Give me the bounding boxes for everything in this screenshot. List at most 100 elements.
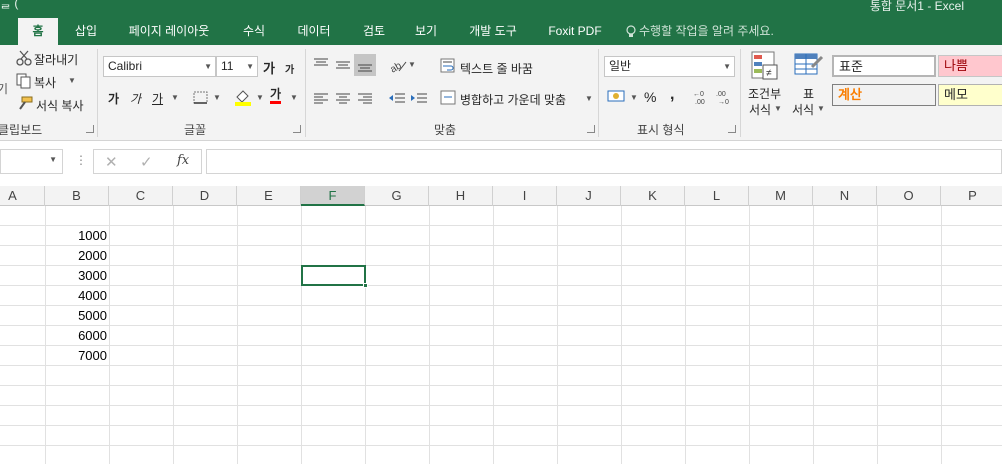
- column-header-e[interactable]: E: [237, 186, 301, 206]
- increase-indent-icon[interactable]: [410, 92, 428, 104]
- insert-function-button[interactable]: fx: [177, 153, 189, 168]
- percent-style-button[interactable]: %: [644, 89, 656, 105]
- merge-dropdown-arrow[interactable]: ▼: [585, 94, 593, 103]
- font-launcher[interactable]: [293, 125, 301, 133]
- lightbulb-icon: [626, 25, 636, 38]
- format-as-table-label-1[interactable]: 표: [803, 85, 814, 102]
- format-as-table-dropdown-arrow[interactable]: ▼: [817, 104, 825, 113]
- shrink-font-button[interactable]: 가: [285, 61, 294, 76]
- cell-b[interactable]: 5000: [45, 306, 109, 326]
- tab-page-layout[interactable]: 페이지 레이아웃: [116, 18, 222, 45]
- decrease-decimal-icon[interactable]: .00→0: [716, 89, 734, 105]
- name-box[interactable]: ▼: [0, 149, 63, 174]
- column-header-o[interactable]: O: [877, 186, 941, 206]
- align-bottom-button[interactable]: [354, 54, 376, 76]
- border-dropdown-arrow[interactable]: ▼: [213, 93, 221, 102]
- column-header-h[interactable]: H: [429, 186, 493, 206]
- format-painter-button[interactable]: 서식 복사: [36, 97, 84, 114]
- cell-b[interactable]: 1000: [45, 226, 109, 246]
- scissors-icon: [16, 50, 32, 66]
- style-bad[interactable]: 나쁨: [938, 55, 1002, 77]
- more-options-icon[interactable]: ⋮: [75, 153, 87, 167]
- bold-button[interactable]: 가: [108, 90, 119, 107]
- column-header-p[interactable]: P: [941, 186, 1002, 206]
- copy-button[interactable]: 복사: [34, 74, 56, 91]
- conditional-formatting-label-1[interactable]: 조건부: [748, 85, 781, 102]
- tell-me-box[interactable]: 수행할 작업을 알려 주세요.: [626, 18, 800, 45]
- number-format-combo[interactable]: 일반 ▼: [604, 56, 735, 77]
- fill-handle[interactable]: [363, 283, 368, 288]
- orientation-dropdown-arrow[interactable]: ▼: [408, 60, 416, 69]
- column-header-i[interactable]: I: [493, 186, 557, 206]
- cell-b[interactable]: 4000: [45, 286, 109, 306]
- tab-data[interactable]: 데이터: [288, 18, 340, 45]
- tab-formulas[interactable]: 수식: [232, 18, 276, 45]
- copy-dropdown-arrow[interactable]: ▼: [68, 76, 76, 85]
- cell-b[interactable]: 7000: [45, 346, 109, 366]
- font-size-combo[interactable]: 11 ▼: [216, 56, 258, 77]
- decrease-indent-icon[interactable]: [388, 92, 406, 104]
- formula-input[interactable]: [206, 149, 1002, 174]
- column-header-j[interactable]: J: [557, 186, 621, 206]
- grow-font-button[interactable]: 가: [263, 58, 275, 77]
- format-as-table-label-2[interactable]: 서식: [792, 101, 814, 118]
- accounting-dropdown-arrow[interactable]: ▼: [630, 93, 638, 102]
- fill-color-dropdown-arrow[interactable]: ▼: [256, 93, 264, 102]
- conditional-formatting-label-2[interactable]: 서식: [749, 101, 771, 118]
- font-name-combo[interactable]: Calibri ▼: [103, 56, 216, 77]
- underline-dropdown-arrow[interactable]: ▼: [171, 93, 179, 102]
- font-color-button[interactable]: 가: [270, 87, 282, 104]
- cancel-icon[interactable]: ✕: [105, 153, 118, 171]
- style-note[interactable]: 메모: [938, 84, 1002, 106]
- column-header-a[interactable]: A: [0, 186, 45, 206]
- cell-b[interactable]: 3000: [45, 266, 109, 286]
- tab-home[interactable]: 홈: [18, 18, 58, 45]
- align-middle-icon[interactable]: [335, 59, 351, 71]
- cell-b[interactable]: 6000: [45, 326, 109, 346]
- align-top-icon[interactable]: [313, 57, 329, 69]
- column-header-c[interactable]: C: [109, 186, 173, 206]
- align-right-icon[interactable]: [357, 92, 373, 104]
- font-name-value: Calibri: [108, 59, 143, 73]
- svg-text:←0: ←0: [693, 91, 704, 98]
- column-header-g[interactable]: G: [365, 186, 429, 206]
- column-header-f[interactable]: F: [301, 186, 365, 206]
- merge-center-button[interactable]: 병합하고 가운데 맞춤: [460, 91, 566, 108]
- border-icon[interactable]: [193, 91, 209, 105]
- active-cell-f4[interactable]: [301, 265, 366, 286]
- align-left-icon[interactable]: [313, 92, 329, 104]
- paste-label-partial[interactable]: 기: [0, 80, 8, 97]
- column-header-n[interactable]: N: [813, 186, 877, 206]
- orientation-icon[interactable]: ab: [388, 57, 408, 73]
- number-launcher[interactable]: [728, 125, 736, 133]
- accounting-format-icon[interactable]: [607, 89, 627, 105]
- tab-insert[interactable]: 삽입: [66, 18, 106, 45]
- tab-foxit-pdf[interactable]: Foxit PDF: [538, 18, 612, 45]
- quick-access-toolbar[interactable]: ᆯ (: [0, 0, 18, 11]
- column-header-l[interactable]: L: [685, 186, 749, 206]
- comma-style-button[interactable]: ,: [670, 86, 674, 104]
- underline-button[interactable]: 가: [152, 90, 163, 107]
- align-center-icon[interactable]: [335, 92, 351, 104]
- font-color-dropdown-arrow[interactable]: ▼: [290, 93, 298, 102]
- alignment-launcher[interactable]: [587, 125, 595, 133]
- italic-button[interactable]: 가: [130, 90, 141, 107]
- column-header-b[interactable]: B: [45, 186, 109, 206]
- cut-button[interactable]: 잘라내기: [34, 51, 78, 68]
- tab-developer[interactable]: 개발 도구: [458, 18, 528, 45]
- increase-decimal-icon[interactable]: ←0.00: [693, 89, 711, 105]
- column-header-k[interactable]: K: [621, 186, 685, 206]
- tab-review[interactable]: 검토: [352, 18, 396, 45]
- worksheet-grid[interactable]: 1000 2000 3000 4000 5000 6000 7000: [0, 206, 1002, 464]
- cell-b[interactable]: 2000: [45, 246, 109, 266]
- wrap-text-button[interactable]: 텍스트 줄 바꿈: [460, 60, 533, 77]
- style-normal[interactable]: 표준: [832, 55, 936, 77]
- conditional-dropdown-arrow[interactable]: ▼: [774, 104, 782, 113]
- style-calculation[interactable]: 계산: [832, 84, 936, 106]
- column-header-d[interactable]: D: [173, 186, 237, 206]
- enter-icon[interactable]: ✓: [140, 153, 153, 171]
- tab-view[interactable]: 보기: [404, 18, 448, 45]
- column-header-m[interactable]: M: [749, 186, 813, 206]
- fill-color-icon[interactable]: [234, 88, 252, 106]
- clipboard-launcher[interactable]: [86, 125, 94, 133]
